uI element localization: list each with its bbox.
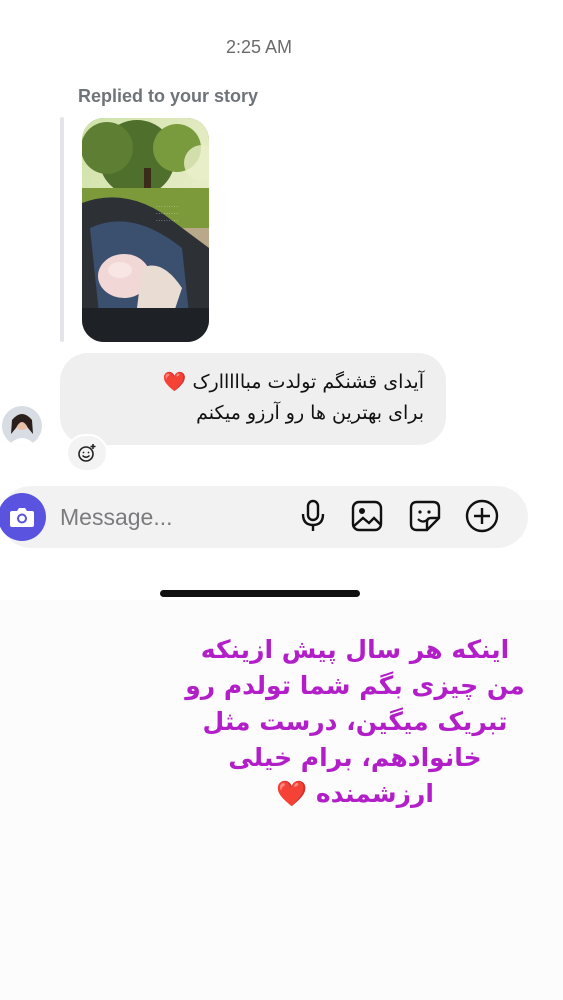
heart-icon: ❤️	[276, 779, 308, 808]
plus-button[interactable]	[464, 498, 500, 534]
message-timestamp: 2:25 AM	[225, 37, 293, 57]
caption-line-3: تبریک میگین، درست مثل	[202, 707, 508, 736]
plus-circle-icon	[465, 499, 499, 533]
sticker-button[interactable]	[407, 498, 443, 534]
microphone-icon	[301, 499, 325, 531]
home-indicator	[160, 590, 360, 597]
svg-text:· · · · · · · · ·: · · · · · · · · ·	[156, 218, 178, 223]
message-line-2: برای بهترین ها رو آرزو میکنم	[196, 402, 424, 424]
message-line-1: آیدای قشنگم تولدت مبااااارک ❤️	[162, 371, 424, 393]
story-thumbnail[interactable]: · · · · · · · · · · · · · · · · · · · · …	[82, 118, 209, 342]
replied-to-story-label: Replied to your story	[78, 86, 259, 106]
sticker-icon	[409, 500, 441, 532]
microphone-button[interactable]	[295, 498, 331, 534]
sender-avatar[interactable]	[2, 406, 42, 446]
gallery-icon	[351, 500, 383, 532]
caption-line-2: من چیزی بگم شما تولدم رو	[185, 671, 525, 700]
story-photo-icon: · · · · · · · · · · · · · · · · · · · · …	[82, 118, 209, 342]
camera-button[interactable]	[0, 493, 46, 541]
reply-indicator-bar	[60, 117, 64, 342]
message-input[interactable]	[60, 500, 280, 534]
gallery-button[interactable]	[349, 498, 385, 534]
avatar-photo-icon	[2, 406, 42, 446]
caption-line-4: خانوادهم، برام خیلی	[228, 743, 482, 772]
caption-line-5: ارزشمنده	[315, 779, 434, 808]
add-reaction-button[interactable]	[66, 434, 108, 472]
caption-line-5-wrapper: ارزشمنده ❤️	[150, 776, 560, 812]
add-reaction-icon	[78, 444, 96, 462]
overlay-caption: اینکه هر سال پیش ازینکه من چیزی بگم شما …	[150, 632, 560, 812]
caption-line-1: اینکه هر سال پیش ازینکه	[200, 635, 510, 664]
svg-text:· · · · · · · · ·: · · · · · · · · ·	[156, 211, 178, 216]
camera-icon	[10, 508, 34, 527]
message-bubble[interactable]: آیدای قشنگم تولدت مبااااارک ❤️ برای بهتر…	[60, 353, 446, 445]
svg-text:· · · · · · · · ·: · · · · · · · · ·	[156, 204, 178, 209]
